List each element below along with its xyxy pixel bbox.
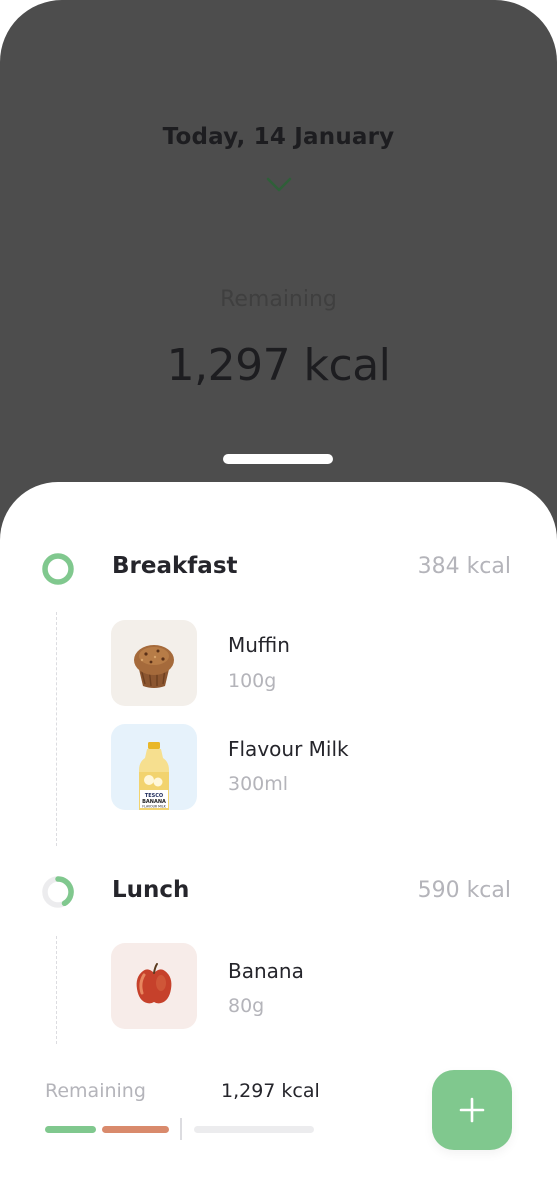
muffin-thumbnail[interactable] <box>111 620 197 706</box>
milk-bottle-image: TESCO BANANA FLAVOUR MILK <box>139 742 169 810</box>
apple-image <box>136 963 172 1004</box>
chevron-down-icon[interactable] <box>266 176 292 194</box>
apple-thumbnail[interactable] <box>111 943 197 1029</box>
app-screen: Today, 14 January Remaining 1,297 kcal B… <box>0 0 557 1198</box>
food-name[interactable]: Flavour Milk <box>228 737 349 761</box>
progress-bar-remaining <box>194 1126 314 1133</box>
date-selector[interactable]: Today, 14 January <box>0 124 557 150</box>
breakfast-progress-ring <box>42 553 74 585</box>
food-name[interactable]: Muffin <box>228 633 290 657</box>
progress-divider <box>180 1118 182 1140</box>
meal-kcal-lunch: 590 kcal <box>417 878 511 903</box>
breakfast-timeline <box>56 612 57 846</box>
footer-remaining-label: Remaining <box>45 1080 146 1102</box>
food-name[interactable]: Banana <box>228 959 304 983</box>
plus-icon <box>459 1097 485 1123</box>
meal-title-lunch[interactable]: Lunch <box>112 877 189 903</box>
food-quantity: 100g <box>228 670 277 692</box>
header-panel: Today, 14 January Remaining 1,297 kcal <box>0 0 557 560</box>
food-quantity: 80g <box>228 995 265 1017</box>
food-quantity: 300ml <box>228 773 289 795</box>
sheet-drag-handle[interactable] <box>223 454 333 464</box>
meal-title-breakfast[interactable]: Breakfast <box>112 553 238 579</box>
meal-kcal-breakfast: 384 kcal <box>417 554 511 579</box>
remaining-label: Remaining <box>220 287 337 312</box>
milk-thumbnail[interactable]: TESCO BANANA FLAVOUR MILK <box>111 724 197 810</box>
lunch-progress-ring <box>42 876 74 908</box>
progress-bar-green <box>45 1126 96 1133</box>
muffin-image <box>134 645 174 688</box>
lunch-timeline <box>56 936 57 1044</box>
add-food-button[interactable] <box>432 1070 512 1150</box>
bottle-product-text: FLAVOUR MILK <box>142 805 166 809</box>
progress-bar-orange <box>102 1126 169 1133</box>
remaining-value: 1,297 kcal <box>166 340 391 391</box>
footer-remaining-value: 1,297 kcal <box>221 1080 320 1102</box>
